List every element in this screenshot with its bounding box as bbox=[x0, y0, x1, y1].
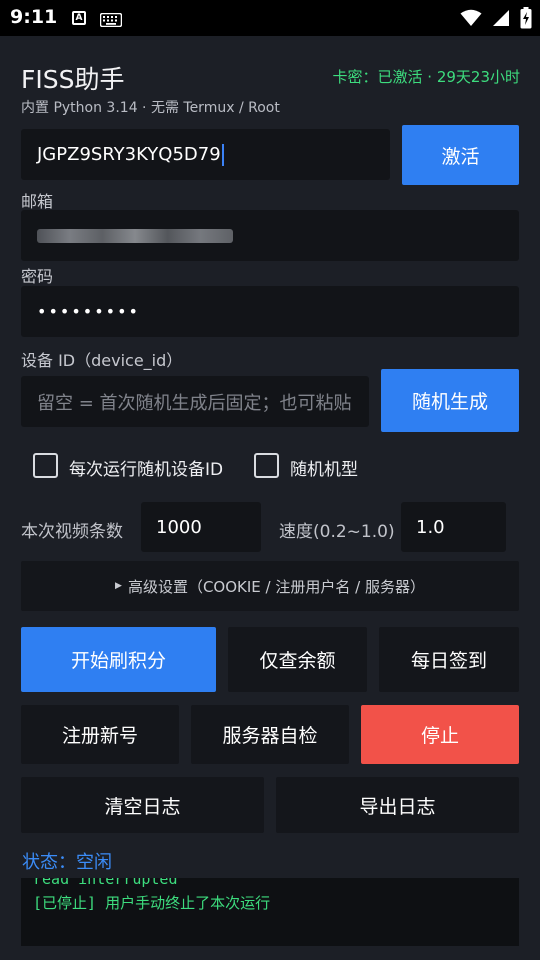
battery-charging-icon bbox=[520, 7, 532, 29]
signal-icon bbox=[493, 10, 509, 26]
random-model-checkbox[interactable] bbox=[254, 453, 279, 478]
register-button[interactable]: 注册新号 bbox=[21, 705, 179, 764]
email-field[interactable] bbox=[21, 210, 519, 261]
app-subtitle: 内置 Python 3.14 · 无需 Termux / Root bbox=[21, 100, 280, 116]
app-title: FISS助手 bbox=[21, 65, 125, 94]
device-id-placeholder: 留空 = 首次随机生成后固定；也可粘贴 bbox=[37, 392, 352, 414]
status-icons bbox=[460, 7, 532, 29]
expand-triangle-icon: ▶ bbox=[115, 581, 122, 591]
speed-label: 速度(0.2~1.0) bbox=[279, 522, 395, 542]
speed-input[interactable]: 1.0 bbox=[401, 502, 506, 552]
device-id-input[interactable]: 留空 = 首次随机生成后固定；也可粘贴 bbox=[21, 376, 369, 427]
export-log-button[interactable]: 导出日志 bbox=[276, 777, 519, 833]
app-screen: FISS助手 内置 Python 3.14 · 无需 Termux / Root… bbox=[0, 36, 540, 960]
password-masked-value: ••••••••• bbox=[37, 302, 140, 321]
license-status: 卡密：已激活 · 29天23小时 bbox=[332, 68, 520, 86]
activation-key-value: JGPZ9SRY3KYQ5D79 bbox=[37, 144, 221, 165]
password-label: 密码 bbox=[21, 267, 54, 286]
log-panel[interactable]: read interrupted [已停止] 用户手动终止了本次运行 bbox=[21, 878, 519, 946]
log-line: read interrupted bbox=[33, 878, 178, 888]
notification-a-icon: A bbox=[72, 11, 86, 25]
stop-button[interactable]: 停止 bbox=[361, 705, 519, 764]
device-id-label: 设备 ID（device_id） bbox=[21, 351, 183, 370]
daily-checkin-button[interactable]: 每日签到 bbox=[379, 627, 519, 692]
advanced-settings-toggle[interactable]: ▶ 高级设置（COOKIE / 注册用户名 / 服务器） bbox=[21, 561, 519, 611]
clear-log-button[interactable]: 清空日志 bbox=[21, 777, 264, 833]
advanced-settings-label: 高级设置（COOKIE / 注册用户名 / 服务器） bbox=[127, 577, 425, 596]
clock: 9:11 bbox=[10, 6, 58, 28]
email-label: 邮箱 bbox=[21, 192, 54, 211]
activate-button[interactable]: 激活 bbox=[402, 125, 519, 185]
speed-value: 1.0 bbox=[416, 516, 445, 538]
keyboard-icon bbox=[99, 12, 123, 31]
text-caret bbox=[221, 143, 224, 166]
wifi-icon bbox=[460, 9, 482, 26]
video-count-input[interactable]: 1000 bbox=[141, 502, 261, 552]
video-count-value: 1000 bbox=[156, 516, 202, 538]
server-check-button[interactable]: 服务器自检 bbox=[191, 705, 349, 764]
random-device-label: 每次运行随机设备ID bbox=[69, 460, 224, 480]
random-model-label: 随机机型 bbox=[290, 460, 358, 480]
log-line: [已停止] 用户手动终止了本次运行 bbox=[33, 894, 271, 912]
activation-key-input[interactable]: JGPZ9SRY3KYQ5D79 bbox=[21, 129, 390, 180]
password-field[interactable]: ••••••••• bbox=[21, 286, 519, 337]
video-count-label: 本次视频条数 bbox=[21, 522, 123, 542]
random-device-checkbox[interactable] bbox=[33, 453, 58, 478]
check-balance-button[interactable]: 仅查余额 bbox=[228, 627, 367, 692]
status-text: 状态：空闲 bbox=[22, 852, 112, 873]
system-status-bar: 9:11 A bbox=[0, 0, 540, 36]
start-points-button[interactable]: 开始刷积分 bbox=[21, 627, 216, 692]
email-redacted bbox=[37, 228, 233, 243]
random-generate-button[interactable]: 随机生成 bbox=[381, 369, 519, 432]
